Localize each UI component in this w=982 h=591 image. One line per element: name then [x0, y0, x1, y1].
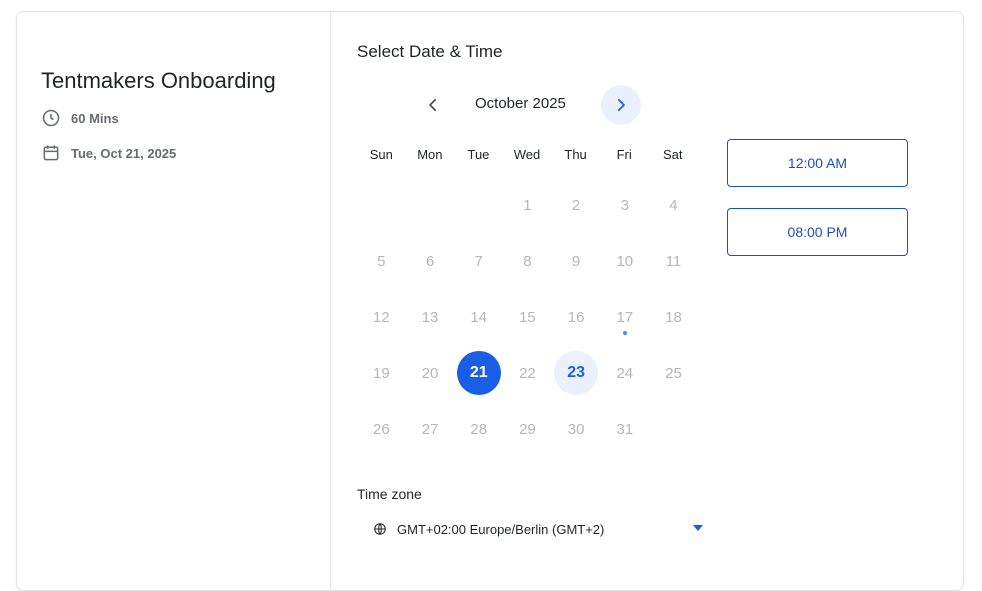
- calendar-day-number: 23: [554, 351, 599, 395]
- calendar-day-number: 1: [523, 196, 532, 214]
- calendar-day-number: 24: [616, 364, 634, 382]
- time-slot-button[interactable]: 12:00 AM: [727, 139, 908, 187]
- calendar-day-1: 1: [503, 177, 552, 233]
- calendar-day-number: 30: [567, 420, 585, 438]
- calendar-day-number: 7: [474, 252, 483, 270]
- timezone-select[interactable]: GMT+02:00 Europe/Berlin (GMT+2): [373, 517, 703, 541]
- globe-icon: [374, 523, 386, 535]
- calendar-day-number: 5: [377, 252, 386, 270]
- calendar-day-number: 2: [571, 196, 581, 214]
- calendar-day-number: 3: [620, 196, 629, 214]
- calendar-day-29: 29: [503, 401, 552, 457]
- calendar-day-18: 18: [649, 289, 698, 345]
- weekday-thu: Thu: [564, 147, 587, 162]
- calendar-day-number: 4: [669, 196, 678, 214]
- calendar-day-number: 13: [421, 308, 439, 326]
- timezone-value: GMT+02:00 Europe/Berlin (GMT+2): [397, 521, 605, 537]
- chevron-right-icon: [617, 98, 625, 112]
- calendar-day-number: 25: [665, 364, 682, 382]
- clock-icon: [42, 109, 60, 127]
- weekday-wed: Wed: [513, 147, 541, 162]
- calendar-day-3: 3: [600, 177, 649, 233]
- calendar-day-8: 8: [503, 233, 552, 289]
- calendar-day-number: 28: [470, 420, 488, 438]
- date-row: Tue, Oct 21, 2025: [41, 143, 176, 163]
- timezone-label: Time zone: [357, 486, 422, 502]
- calendar-day-number: 12: [373, 308, 390, 326]
- calendar-day-6: 6: [406, 233, 455, 289]
- calendar-day-31: 31: [600, 401, 649, 457]
- calendar-day-25: 25: [649, 345, 698, 401]
- calendar-day-14: 14: [454, 289, 503, 345]
- caret-down-icon: [693, 525, 703, 531]
- calendar-day-number: 8: [523, 252, 532, 270]
- calendar-day-number: 15: [519, 308, 536, 326]
- calendar-day-number: 29: [519, 420, 536, 438]
- calendar-day-12: 12: [357, 289, 406, 345]
- calendar-day-number: 11: [665, 252, 682, 270]
- calendar-day-15: 15: [503, 289, 552, 345]
- calendar-day-number: 14: [470, 308, 488, 326]
- weekday-header: Sun Mon Tue Wed Thu Fri Sat: [357, 147, 697, 162]
- calendar-day-11: 11: [649, 233, 698, 289]
- calendar-blank-cell: [454, 177, 503, 233]
- weekday-tue: Tue: [467, 147, 490, 162]
- weekday-mon: Mon: [417, 147, 443, 162]
- calendar-day-23[interactable]: 23: [552, 345, 601, 401]
- calendar-day-16: 16: [552, 289, 601, 345]
- calendar-day-number: 16: [567, 308, 585, 326]
- duration-text: 60 Mins: [71, 110, 119, 126]
- calendar-day-number: 21: [456, 351, 501, 395]
- weekday-sat: Sat: [663, 147, 683, 162]
- picker-heading: Select Date & Time: [357, 42, 503, 61]
- calendar-day-28: 28: [454, 401, 503, 457]
- calendar-day-10: 10: [600, 233, 649, 289]
- selected-date-text: Tue, Oct 21, 2025: [71, 145, 177, 161]
- calendar-day-number: 22: [519, 364, 536, 382]
- calendar-day-4: 4: [649, 177, 698, 233]
- calendar-day-9: 9: [552, 233, 601, 289]
- calendar-day-7: 7: [454, 233, 503, 289]
- calendar-day-20: 20: [406, 345, 455, 401]
- next-month-button[interactable]: [601, 85, 641, 125]
- calendar-day-number: 9: [571, 252, 581, 270]
- time-slot-button[interactable]: 08:00 PM: [727, 208, 908, 256]
- calendar-day-21[interactable]: 21: [454, 345, 503, 401]
- month-navigation: October 2025: [417, 85, 643, 125]
- calendar-day-number: 6: [425, 252, 435, 270]
- calendar-day-number: 27: [421, 420, 439, 438]
- calendar-day-5: 5: [357, 233, 406, 289]
- calendar-day-number: 19: [373, 364, 390, 382]
- calendar-day-2: 2: [552, 177, 601, 233]
- current-month-label: October 2025: [475, 95, 566, 112]
- weekday-fri: Fri: [616, 147, 632, 162]
- calendar-day-19: 19: [357, 345, 406, 401]
- today-indicator-dot: [622, 331, 627, 335]
- calendar-day-26: 26: [357, 401, 406, 457]
- calendar-days-grid: 1 2 3 4 5 6 7 8 9 10 11 12 13 14 15 16 17 18 19 20 21 22 23 24 2…: [357, 177, 697, 457]
- booking-card: Tentmakers Onboarding 60 Mins Tue, Oct 2…: [16, 11, 964, 591]
- calendar-day-30: 30: [552, 401, 601, 457]
- calendar-day-number: 31: [616, 420, 634, 438]
- calendar-blank-cell: [406, 177, 455, 233]
- calendar-day-17: 17: [600, 289, 649, 345]
- calendar-day-number: 18: [665, 308, 682, 326]
- calendar-day-27: 27: [406, 401, 455, 457]
- calendar-day-24: 24: [600, 345, 649, 401]
- event-details-panel: Tentmakers Onboarding 60 Mins Tue, Oct 2…: [17, 12, 331, 590]
- calendar-icon: [43, 145, 59, 161]
- previous-month-button[interactable]: [413, 85, 453, 125]
- chevron-left-icon: [429, 98, 437, 112]
- duration-row: 60 Mins: [41, 108, 119, 128]
- calendar-day-number: 26: [373, 420, 390, 438]
- calendar-day-22: 22: [503, 345, 552, 401]
- weekday-sun: Sun: [369, 147, 393, 162]
- calendar-day-13: 13: [406, 289, 455, 345]
- date-time-picker: Select Date & Time October 2025 Sun Mon …: [332, 12, 963, 590]
- event-title: Tentmakers Onboarding: [41, 68, 276, 93]
- calendar-blank-cell: [357, 177, 406, 233]
- calendar-day-number: 20: [421, 364, 439, 382]
- calendar-day-number: 10: [616, 252, 634, 270]
